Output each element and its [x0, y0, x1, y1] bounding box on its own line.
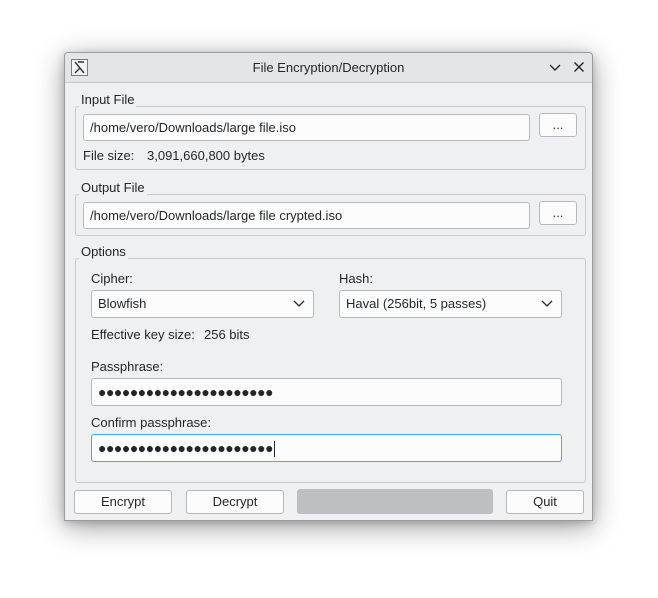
chevron-down-icon: [541, 300, 553, 307]
file-size-label: File size:: [83, 148, 135, 163]
cipher-select[interactable]: Blowfish: [91, 290, 314, 318]
hash-select-value: Haval (256bit, 5 passes): [346, 296, 487, 311]
encrypt-button[interactable]: Encrypt: [74, 490, 172, 514]
progress-bar: [297, 489, 493, 514]
text-caret: [274, 441, 276, 458]
hash-label: Hash:: [339, 271, 373, 286]
chevron-down-icon: [293, 300, 305, 307]
confirm-passphrase-field[interactable]: ●●●●●●●●●●●●●●●●●●●●●●: [91, 434, 562, 462]
title-bar[interactable]: File Encryption/Decryption: [65, 53, 592, 83]
output-file-legend: Output File: [79, 180, 147, 195]
input-file-browse-button[interactable]: ...: [539, 113, 577, 137]
decrypt-button[interactable]: Decrypt: [186, 490, 284, 514]
output-file-browse-button[interactable]: ...: [539, 201, 577, 225]
hash-select[interactable]: Haval (256bit, 5 passes): [339, 290, 562, 318]
passphrase-mask: ●●●●●●●●●●●●●●●●●●●●●●: [98, 384, 274, 400]
cipher-select-value: Blowfish: [98, 296, 147, 311]
file-size-value: 3,091,660,800 bytes: [147, 148, 265, 163]
passphrase-label: Passphrase:: [91, 359, 164, 374]
key-size-label: Effective key size:: [91, 327, 195, 342]
input-file-path-field[interactable]: /home/vero/Downloads/large file.iso: [83, 114, 530, 141]
output-file-path-field[interactable]: /home/vero/Downloads/large file crypted.…: [83, 202, 530, 229]
window-title: File Encryption/Decryption: [252, 60, 405, 75]
dialog-window: File Encryption/Decryption Input File /h…: [64, 52, 593, 521]
options-legend: Options: [79, 244, 128, 259]
input-file-legend: Input File: [79, 92, 137, 107]
confirm-passphrase-label: Confirm passphrase:: [91, 415, 211, 430]
chevron-down-icon[interactable]: [547, 59, 563, 75]
confirm-passphrase-mask: ●●●●●●●●●●●●●●●●●●●●●●: [98, 440, 274, 456]
close-icon[interactable]: [571, 59, 587, 75]
quit-button[interactable]: Quit: [506, 490, 584, 514]
cipher-label: Cipher:: [91, 271, 133, 286]
passphrase-field[interactable]: ●●●●●●●●●●●●●●●●●●●●●●: [91, 378, 562, 406]
key-size-value: 256 bits: [204, 327, 250, 342]
